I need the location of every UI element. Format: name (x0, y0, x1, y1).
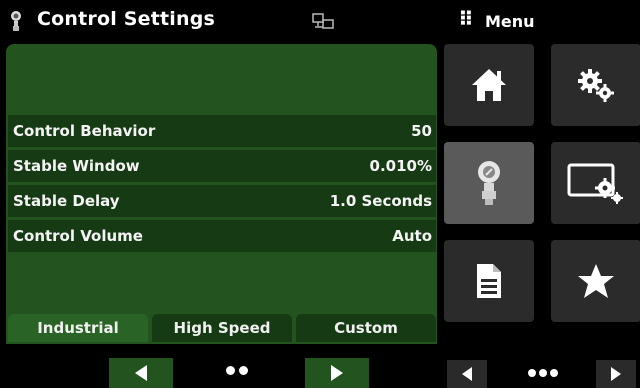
top-bar: Control Settings ⠿ Menu (0, 0, 640, 44)
page-indicator (226, 366, 248, 375)
home-tile[interactable] (444, 44, 534, 126)
settings-tile[interactable] (551, 44, 640, 126)
menu-label[interactable]: Menu (485, 12, 535, 31)
mode-tabs: Industrial High Speed Custom (8, 314, 436, 342)
left-arrow-icon (462, 367, 472, 381)
page-dot (239, 366, 248, 375)
document-tile[interactable] (444, 240, 534, 322)
setting-row-control-behavior[interactable]: Control Behavior 50 (8, 115, 436, 147)
page-dot (539, 369, 547, 377)
setting-value: 1.0 Seconds (329, 192, 432, 210)
setting-label: Stable Window (13, 157, 140, 175)
setting-label: Control Behavior (13, 122, 156, 140)
home-icon (472, 69, 506, 101)
page-dot (528, 369, 536, 377)
page-dot (550, 369, 558, 377)
next-page-button[interactable] (305, 358, 369, 388)
display-settings-tile[interactable] (551, 142, 640, 224)
right-arrow-icon (611, 367, 621, 381)
menu-next-button[interactable] (596, 360, 636, 388)
setting-value: Auto (392, 227, 432, 245)
menu-page-indicator (528, 369, 558, 377)
setting-row-control-volume[interactable]: Control Volume Auto (8, 220, 436, 252)
star-icon (578, 264, 614, 298)
transducer-icon (478, 161, 500, 205)
left-arrow-icon (135, 365, 147, 381)
setting-row-stable-window[interactable]: Stable Window 0.010% (8, 150, 436, 182)
favorites-tile[interactable] (551, 240, 640, 322)
remote-connection-icon (312, 13, 334, 29)
setting-label: Control Volume (13, 227, 143, 245)
transducer-icon (11, 11, 21, 31)
transducer-tile[interactable] (444, 142, 534, 224)
setting-value: 50 (411, 122, 432, 140)
page-title: Control Settings (37, 8, 216, 30)
settings-gears-icon (578, 69, 614, 102)
tab-custom[interactable]: Custom (296, 314, 436, 342)
tab-industrial[interactable]: Industrial (8, 314, 148, 342)
setting-value: 0.010% (369, 157, 432, 175)
right-arrow-icon (331, 365, 343, 381)
document-icon (477, 264, 501, 298)
tab-high-speed[interactable]: High Speed (152, 314, 292, 342)
setting-label: Stable Delay (13, 192, 120, 210)
page-dot (226, 366, 235, 375)
menu-grid-icon[interactable]: ⠿ (458, 9, 474, 29)
prev-page-button[interactable] (109, 358, 173, 388)
display-settings-icon (567, 163, 623, 204)
setting-row-stable-delay[interactable]: Stable Delay 1.0 Seconds (8, 185, 436, 217)
settings-list: Control Behavior 50 Stable Window 0.010%… (8, 115, 436, 255)
menu-prev-button[interactable] (447, 360, 487, 388)
